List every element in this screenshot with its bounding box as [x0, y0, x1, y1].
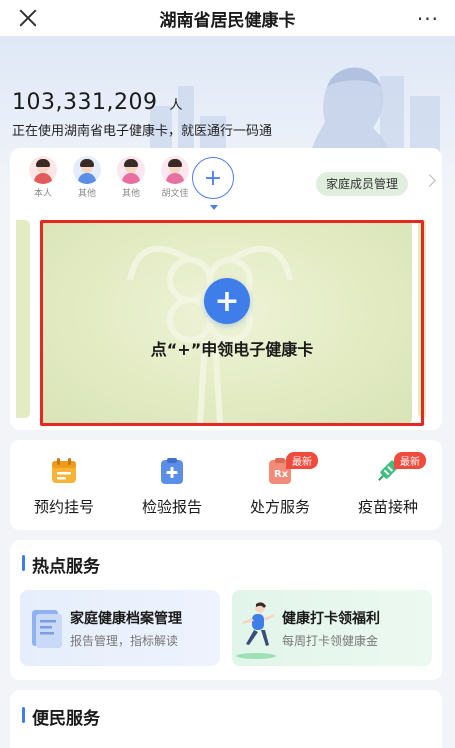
- service-prescription[interactable]: Rx 最新 处方服务: [226, 440, 334, 530]
- family-management-button[interactable]: 家庭成员管理: [316, 172, 409, 196]
- health-card-panel: 本人 其他 其他 胡文佳 + 家庭成员管理 + 点“+”申领电子健康卡: [10, 148, 442, 430]
- tile-title: 健康打卡领福利: [282, 611, 380, 627]
- usage-description: 正在使用湖南省电子健康卡，就医通行一码通: [12, 124, 273, 139]
- card-peek-left: [16, 220, 30, 418]
- page-title: 湖南省居民健康卡: [159, 10, 296, 31]
- user-count: 103,331,209: [12, 90, 158, 115]
- runner-icon: [236, 602, 276, 659]
- top-bar: 湖南省居民健康卡 ···: [0, 0, 455, 36]
- selected-caret-icon: [210, 205, 218, 210]
- member-label: 其他: [121, 189, 140, 199]
- member-label: 其他: [77, 189, 96, 199]
- more-dots-icon[interactable]: ···: [417, 7, 439, 31]
- avatar: [73, 156, 101, 184]
- document-icon: [32, 610, 62, 648]
- service-appointment[interactable]: 预约挂号: [10, 440, 118, 530]
- member-item[interactable]: 其他: [112, 156, 150, 199]
- tile-health-checkin[interactable]: 健康打卡领福利 每周打卡领健康金: [232, 590, 432, 666]
- close-icon[interactable]: [14, 4, 42, 32]
- service-label: 处方服务: [249, 498, 310, 516]
- service-label: 预约挂号: [33, 498, 94, 516]
- member-item[interactable]: 本人: [24, 156, 62, 199]
- add-member-button[interactable]: +: [192, 157, 234, 199]
- quick-services: 预约挂号 检验报告 Rx 最新 处方服务 最新 疫苗接种: [10, 440, 442, 530]
- service-report[interactable]: 检验报告: [118, 440, 226, 530]
- tile-family-records[interactable]: 家庭健康档案管理 报告管理，指标解读: [20, 590, 220, 666]
- service-label: 疫苗接种: [357, 498, 418, 516]
- avatar: [161, 156, 189, 184]
- section-title: 热点服务: [22, 552, 100, 577]
- family-member-list: 本人 其他 其他 胡文佳: [24, 156, 194, 199]
- calendar-icon: [52, 458, 76, 483]
- section-title: 便民服务: [22, 704, 100, 729]
- new-badge: 最新: [286, 452, 318, 469]
- convenience-section: 便民服务: [10, 690, 442, 748]
- avatar: [117, 156, 145, 184]
- avatar: [29, 156, 57, 184]
- member-label: 本人: [33, 189, 52, 199]
- service-vaccine[interactable]: 最新 疫苗接种: [334, 440, 442, 530]
- tile-subtitle: 每周打卡领健康金: [282, 634, 379, 648]
- member-label: 胡文佳: [161, 189, 189, 199]
- hot-services-section: 热点服务 家庭健康档案管理 报告管理，指标解读 健康打卡领福利 每周打卡领健康金: [10, 540, 442, 680]
- member-item[interactable]: 胡文佳: [156, 156, 194, 199]
- apply-card-plus-button[interactable]: +: [204, 278, 250, 324]
- user-count-row: 103,331,209 人: [12, 90, 182, 115]
- new-badge: 最新: [394, 452, 426, 469]
- svg-text:Rx: Rx: [274, 469, 289, 480]
- report-icon: [161, 458, 183, 484]
- service-label: 检验报告: [141, 498, 202, 516]
- tile-subtitle: 报告管理，指标解读: [70, 634, 179, 648]
- tile-title: 家庭健康档案管理: [70, 611, 182, 627]
- apply-card-text: 点“+”申领电子健康卡: [150, 340, 314, 359]
- member-item[interactable]: 其他: [68, 156, 106, 199]
- user-count-unit: 人: [169, 98, 183, 113]
- chevron-right-icon[interactable]: [423, 174, 436, 187]
